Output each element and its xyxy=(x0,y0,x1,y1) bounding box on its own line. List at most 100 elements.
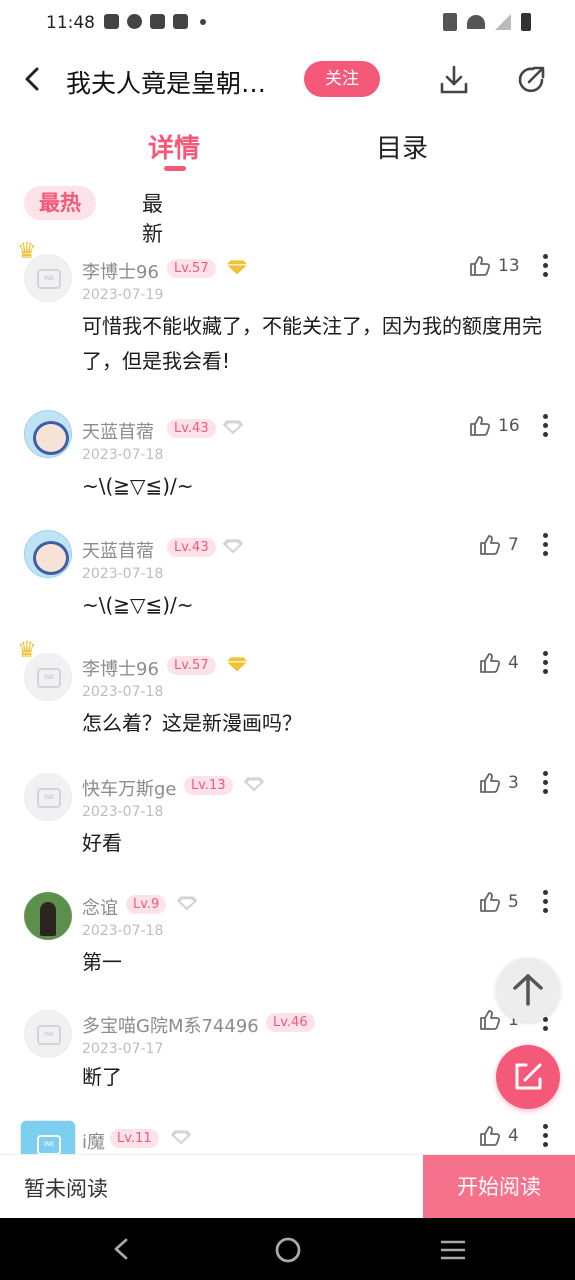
thumbs-up-icon xyxy=(480,1126,501,1146)
gray-diamond-icon xyxy=(222,420,244,435)
tab-details[interactable]: 详情 xyxy=(148,128,200,171)
comment-date: 2023-07-18 xyxy=(82,804,164,820)
comment-text: ~\(≧▽≦)/~ xyxy=(82,474,194,498)
comment-date: 2023-07-17 xyxy=(82,1041,164,1057)
avatar[interactable]: INK xyxy=(24,773,72,821)
page-title: 我夫人竟是皇朝… xyxy=(66,69,267,98)
comment-item: 天蓝苜蓿 Lv.43 2023-07-18 ~\(≧▽≦)/~ 7 xyxy=(0,518,575,636)
thumbs-up-icon xyxy=(470,416,491,436)
comment-username[interactable]: 多宝喵G院M系74496 xyxy=(82,1012,259,1038)
avatar[interactable] xyxy=(24,530,72,578)
comment-text: 怎么着？这是新漫画吗？ xyxy=(82,711,302,735)
comment-date: 2023-07-18 xyxy=(82,923,164,939)
more-options-icon[interactable] xyxy=(536,254,554,280)
dot-icon xyxy=(200,18,206,25)
comment-item: INK 多宝喵G院M系74496 Lv.46 2023-07-17 断了 1 xyxy=(0,992,575,1108)
more-options-icon[interactable] xyxy=(536,414,554,440)
sort-hot-button[interactable]: 最热 xyxy=(24,186,96,220)
shield-icon xyxy=(150,14,165,29)
more-options-icon[interactable] xyxy=(536,1124,554,1150)
share-icon[interactable] xyxy=(515,64,547,96)
comment-text: 好看 xyxy=(82,831,122,855)
status-notification-icons xyxy=(104,14,206,29)
more-options-icon[interactable] xyxy=(536,533,554,559)
start-reading-button[interactable]: 开始阅读 xyxy=(423,1155,575,1219)
avatar[interactable]: INK ♛ xyxy=(17,239,72,302)
scroll-to-top-button[interactable] xyxy=(496,958,560,1022)
like-button[interactable]: 4 xyxy=(478,1124,519,1148)
comment-username[interactable]: 快车万斯ge xyxy=(82,775,177,801)
level-badge: Lv.11 xyxy=(110,1129,159,1148)
avatar[interactable] xyxy=(24,892,72,940)
nav-home-icon[interactable] xyxy=(274,1236,302,1264)
tab-catalog[interactable]: 目录 xyxy=(376,128,428,165)
comment-username[interactable]: 李博士96 xyxy=(82,258,159,284)
comment-username[interactable]: 李博士96 xyxy=(82,655,159,681)
comment-text: ~\(≧▽≦)/~ xyxy=(82,593,194,617)
level-badge: Lv.57 xyxy=(167,656,216,675)
settings-icon xyxy=(104,14,119,29)
gray-diamond-icon xyxy=(243,777,265,792)
avatar[interactable]: INK ♛ xyxy=(17,638,72,701)
edit-icon xyxy=(515,1063,542,1090)
like-button[interactable]: 3 xyxy=(478,771,519,795)
avatar[interactable]: INK xyxy=(24,1010,72,1058)
back-arrow-icon[interactable] xyxy=(22,66,42,92)
thumbs-up-icon xyxy=(470,256,491,276)
level-badge: Lv.43 xyxy=(167,538,216,557)
gray-diamond-icon xyxy=(170,1130,192,1145)
like-count: 5 xyxy=(508,892,519,912)
status-system-icons xyxy=(443,13,531,31)
like-button[interactable]: 7 xyxy=(478,533,519,557)
gold-diamond-icon xyxy=(226,260,248,275)
thumbs-up-icon xyxy=(480,773,501,793)
write-comment-button[interactable] xyxy=(496,1045,560,1109)
comment-username[interactable]: 天蓝苜蓿 xyxy=(82,537,154,563)
comment-text: 第一 xyxy=(82,950,122,974)
default-avatar-icon: INK xyxy=(37,1025,61,1045)
more-options-icon[interactable] xyxy=(536,651,554,677)
anime-avatar-image xyxy=(33,541,69,575)
comment-item: INK ♛ 李博士96 Lv.57 2023-07-18 怎么着？这是新漫画吗？ … xyxy=(0,636,575,756)
avatar[interactable] xyxy=(24,410,72,458)
crown-icon: ♛ xyxy=(17,638,37,663)
nav-back-icon[interactable] xyxy=(110,1237,134,1261)
level-badge: Lv.13 xyxy=(184,776,233,795)
signal-icon xyxy=(495,14,511,30)
avatar[interactable]: INK xyxy=(20,1120,76,1154)
reading-status: 暂未阅读 xyxy=(24,1177,108,1201)
nav-recents-icon[interactable] xyxy=(439,1238,467,1262)
thumbs-up-icon xyxy=(480,535,501,555)
more-options-icon[interactable] xyxy=(536,890,554,916)
like-count: 13 xyxy=(498,256,520,276)
comment-username[interactable]: 天蓝苜蓿 xyxy=(82,418,154,444)
gray-diamond-icon xyxy=(176,896,198,911)
comment-date: 2023-07-18 xyxy=(82,684,164,700)
status-time: 11:48 xyxy=(46,13,95,33)
anime-avatar-image xyxy=(33,421,69,455)
comment-username[interactable]: 念谊 xyxy=(82,894,118,920)
level-badge: Lv.57 xyxy=(167,259,216,278)
comment-item: INK i魔 Lv.11 4 xyxy=(0,1108,575,1154)
comment-item: 念谊 Lv.9 2023-07-18 第一 5 xyxy=(0,874,575,992)
detail-tabs: 详情 目录 xyxy=(0,128,575,178)
comment-item: INK ♛ 李博士96 Lv.57 2023-07-19 可惜我不能收藏了，不能关… xyxy=(0,238,575,398)
more-options-icon[interactable] xyxy=(536,771,554,797)
comment-username[interactable]: i魔 xyxy=(82,1128,105,1154)
like-count: 16 xyxy=(498,416,520,436)
follow-button[interactable]: 关注 xyxy=(304,61,380,97)
download-icon[interactable] xyxy=(438,64,470,96)
like-button[interactable]: 4 xyxy=(478,651,519,675)
default-avatar-icon: INK xyxy=(37,269,61,289)
reading-bar: 暂未阅读 开始阅读 xyxy=(0,1154,575,1219)
status-bar: 11:48 xyxy=(0,0,575,46)
photo-avatar-image xyxy=(40,902,56,936)
like-count: 4 xyxy=(508,653,519,673)
gray-diamond-icon xyxy=(222,539,244,554)
like-button[interactable]: 13 xyxy=(468,254,520,278)
clock-icon xyxy=(127,14,142,29)
thumbs-up-icon xyxy=(480,892,501,912)
like-button[interactable]: 16 xyxy=(468,414,520,438)
like-button[interactable]: 5 xyxy=(478,890,519,914)
comment-date: 2023-07-18 xyxy=(82,447,164,463)
